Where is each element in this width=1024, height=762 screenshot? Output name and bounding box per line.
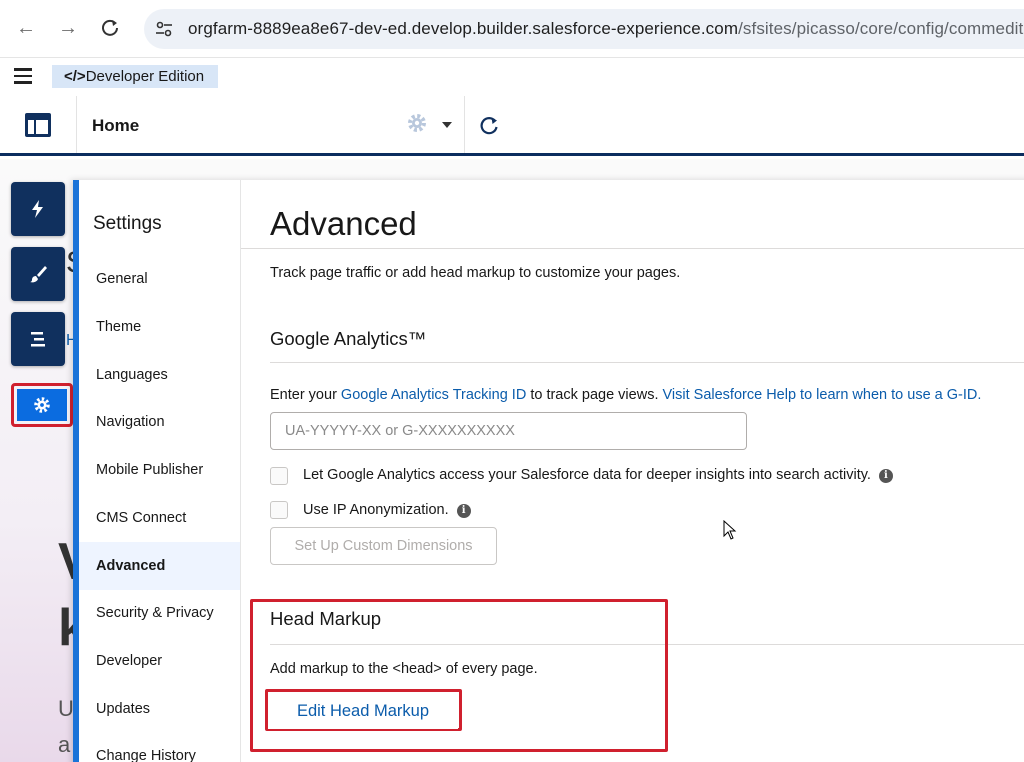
code-icon: </> [64, 68, 86, 85]
developer-edition-badge: </>Developer Edition [52, 65, 218, 88]
settings-nav-advanced[interactable]: Advanced [79, 542, 240, 590]
ip-anonymization-label-text: Use IP Anonymization. [303, 502, 449, 518]
layout-icon[interactable] [24, 112, 52, 138]
chevron-down-icon[interactable] [442, 122, 452, 128]
back-arrow-icon[interactable]: ← [12, 14, 40, 42]
settings-nav-general[interactable]: General [79, 255, 240, 303]
tracking-id-input[interactable]: UA-YYYYY-XX or G-XXXXXXXXXX [270, 412, 747, 450]
forward-arrow-icon[interactable]: → [54, 14, 82, 42]
settings-nav-cms-connect[interactable]: CMS Connect [79, 494, 240, 542]
theme-tool-button[interactable] [11, 247, 65, 301]
url-text: orgfarm-8889ea8e67-dev-ed.develop.builde… [188, 19, 1024, 39]
ga-instructions: Enter your Google Analytics Tracking ID … [270, 387, 981, 403]
page-title: Advanced [270, 205, 417, 242]
header-divider [76, 96, 77, 153]
components-tool-button[interactable] [11, 182, 65, 236]
ip-anonymization-label: Use IP Anonymization. i [303, 502, 471, 518]
search-insights-label-text: Let Google Analytics access your Salesfo… [303, 467, 871, 483]
search-insights-checkbox[interactable] [270, 467, 288, 485]
ga-instructions-prefix: Enter your [270, 387, 341, 403]
reload-icon[interactable] [96, 14, 124, 42]
url-domain: orgfarm-8889ea8e67-dev-ed.develop.builde… [188, 19, 739, 38]
settings-nav-updates[interactable]: Updates [79, 685, 240, 733]
settings-nav-security-privacy[interactable]: Security & Privacy [79, 589, 240, 637]
settings-title: Settings [93, 213, 162, 234]
search-insights-label: Let Google Analytics access your Salesfo… [303, 467, 893, 483]
ip-anonymization-checkbox[interactable] [270, 501, 288, 519]
list-icon [31, 332, 45, 347]
google-analytics-heading: Google Analytics™ [270, 328, 427, 349]
settings-nav-navigation[interactable]: Navigation [79, 398, 240, 446]
navigation-tool-button[interactable] [11, 312, 65, 366]
settings-side-nav: Settings General Theme Languages Navigat… [79, 180, 241, 762]
settings-panel: Settings General Theme Languages Navigat… [73, 180, 1024, 762]
settings-nav-languages[interactable]: Languages [79, 351, 240, 399]
gear-icon [34, 397, 50, 413]
custom-dimensions-button[interactable]: Set Up Custom Dimensions [270, 527, 497, 565]
paintbrush-icon [30, 266, 47, 283]
info-icon[interactable]: i [878, 469, 893, 483]
advanced-description: Track page traffic or add head markup to… [270, 265, 681, 281]
canvas-text-fragment: U [58, 696, 74, 721]
lightning-icon [32, 200, 43, 218]
browser-toolbar: ← → orgfarm-8889ea8e67-dev-ed.develop.bu… [0, 0, 1024, 58]
mouse-cursor-icon [723, 520, 737, 540]
address-bar[interactable]: orgfarm-8889ea8e67-dev-ed.develop.builde… [144, 9, 1024, 49]
page-settings-gear-icon[interactable] [406, 112, 428, 134]
settings-nav-theme[interactable]: Theme [79, 303, 240, 351]
builder-header: Home [0, 96, 1024, 156]
title-divider [241, 248, 1024, 249]
url-path: /sfsites/picasso/core/config/commeditor.… [738, 19, 1024, 38]
settings-content: Advanced Track page traffic or add head … [241, 180, 1024, 762]
salesforce-help-link[interactable]: Visit Salesforce Help to learn when to u… [663, 387, 982, 403]
ga-instructions-middle: to track page views. [526, 387, 663, 403]
hamburger-menu-icon[interactable] [14, 68, 32, 84]
refresh-icon[interactable] [478, 115, 500, 137]
edition-label: Developer Edition [85, 68, 205, 85]
ga-divider [270, 362, 1024, 363]
settings-nav-mobile-publisher[interactable]: Mobile Publisher [79, 446, 240, 494]
edit-head-markup-button[interactable]: Edit Head Markup [268, 693, 458, 729]
settings-tool-button-inner[interactable] [17, 389, 67, 421]
settings-nav-developer[interactable]: Developer [79, 637, 240, 685]
settings-tool-button[interactable] [11, 383, 73, 427]
site-settings-icon[interactable] [154, 19, 174, 39]
info-icon[interactable]: i [456, 504, 471, 518]
tracking-id-link[interactable]: Google Analytics Tracking ID [341, 387, 526, 403]
builder-top-row: </>Developer Edition [0, 58, 1024, 96]
header-divider-2 [464, 96, 465, 153]
page-selector[interactable]: Home [92, 116, 139, 136]
canvas-text-fragment: a [58, 732, 71, 757]
settings-nav-change-history[interactable]: Change History [79, 732, 240, 762]
